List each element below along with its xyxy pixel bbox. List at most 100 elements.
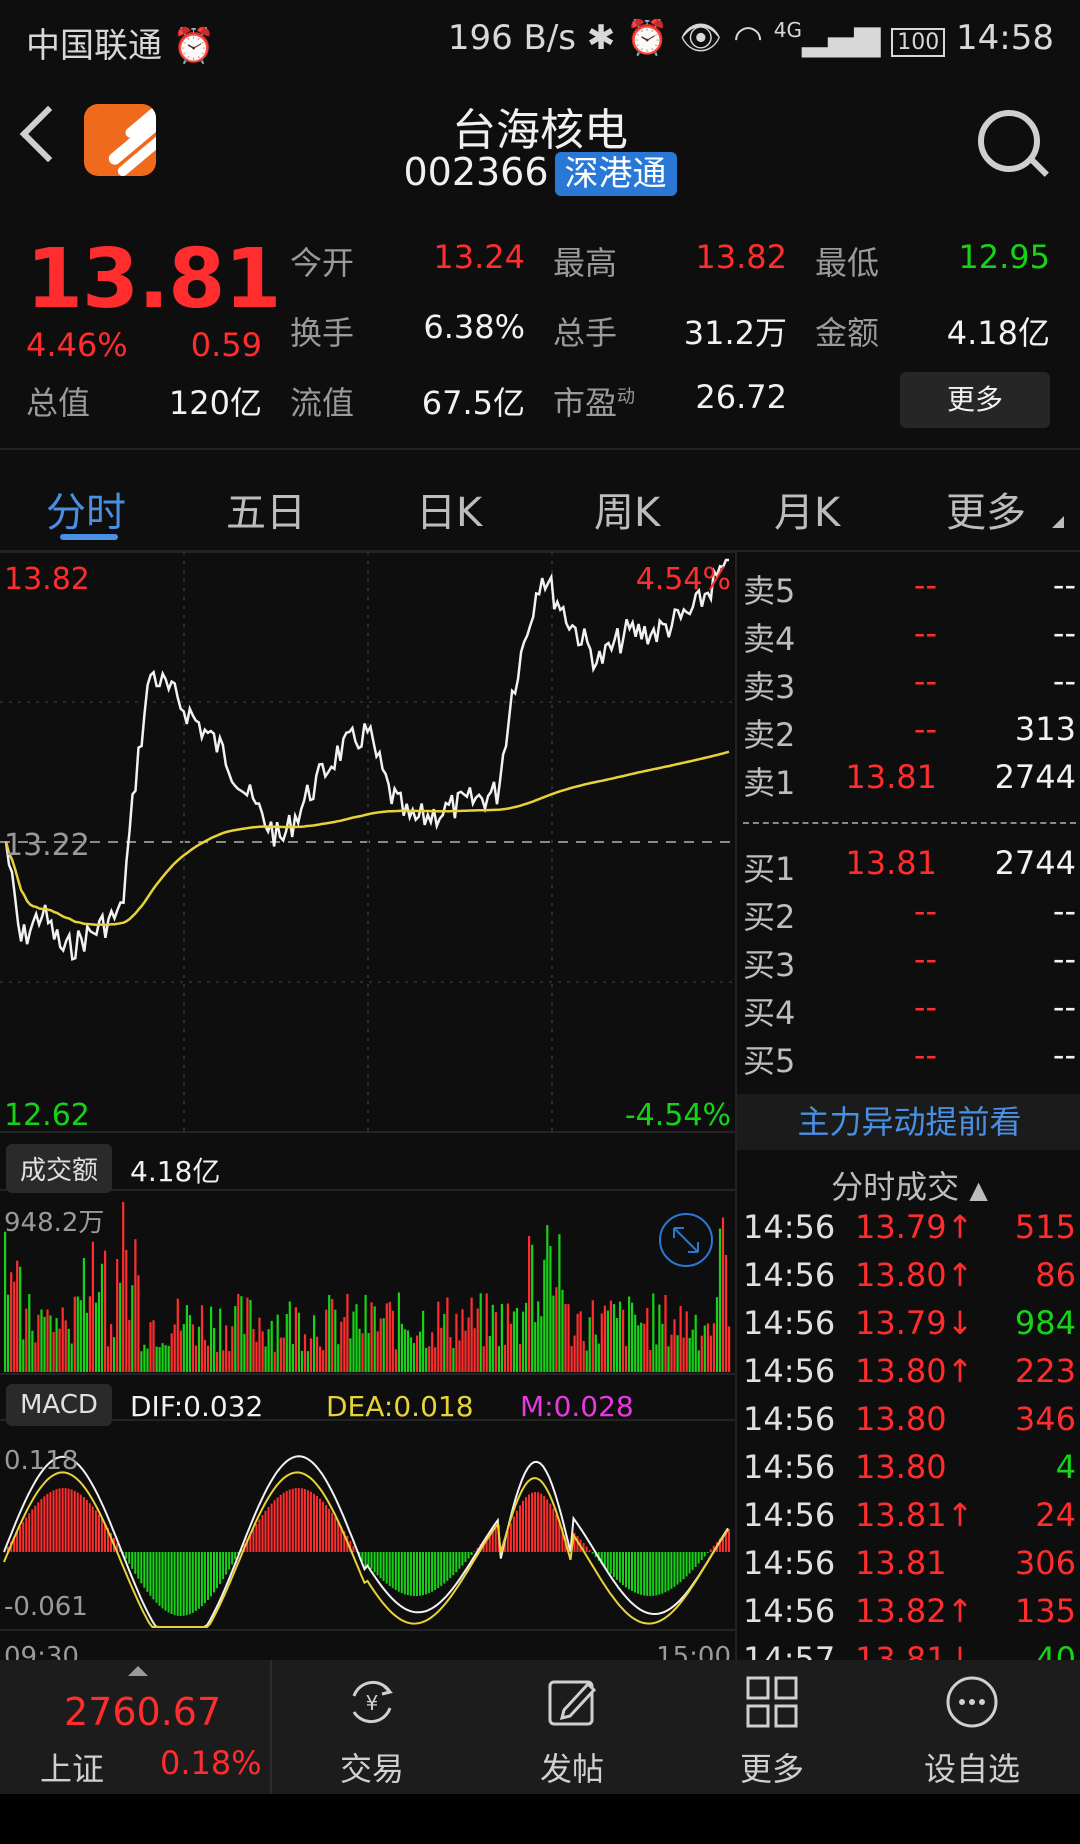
volume-bar: [558, 1234, 561, 1372]
macd-bar: [52, 1490, 55, 1552]
volume-bar: [691, 1329, 694, 1372]
volume-bar: [470, 1297, 473, 1372]
intraday-chart[interactable]: 13.82 13.22 12.62 4.54% -4.54% 成交额 4.18亿…: [0, 552, 735, 1660]
macd-bar: [285, 1491, 288, 1552]
float-value: 67.5亿: [421, 384, 525, 422]
turnover-label: 换手: [290, 314, 355, 352]
tab-intraday[interactable]: 分时: [46, 480, 126, 538]
volume-bar: [64, 1320, 67, 1372]
tab-daily-k[interactable]: 日K: [416, 480, 482, 538]
volume-bar: [282, 1337, 285, 1372]
volume-bar: [28, 1294, 31, 1372]
volume-bar: [382, 1318, 385, 1372]
volume-bar: [397, 1292, 400, 1372]
macd-bar: [549, 1503, 552, 1552]
index-value[interactable]: 2760.67: [64, 1690, 221, 1734]
level-name: 买5: [743, 1042, 796, 1080]
macd-bar: [631, 1552, 633, 1591]
trade-time: 14:56: [743, 1592, 836, 1630]
volume-bar: [70, 1343, 73, 1372]
volume-bar: [679, 1306, 682, 1372]
trades-header[interactable]: 分时成交 ▲: [737, 1162, 1080, 1208]
macd-bar: [434, 1552, 437, 1590]
volume-bar: [176, 1298, 179, 1372]
trade-price: 13.79↓: [855, 1304, 974, 1342]
tab-monthly-k[interactable]: 月K: [774, 480, 840, 538]
volume-bar: [555, 1287, 558, 1372]
macd-bar: [170, 1552, 173, 1614]
macd-bar: [403, 1552, 406, 1595]
nav-post-button[interactable]: 发帖: [472, 1660, 672, 1794]
macd-bar: [125, 1552, 128, 1559]
trade-volume: 40: [1035, 1640, 1076, 1660]
volume-bar: [13, 1281, 16, 1372]
level-name: 卖5: [743, 572, 796, 610]
macd-bar: [267, 1507, 270, 1552]
promo-link[interactable]: 主力异动提前看: [737, 1094, 1080, 1150]
macd-bar: [97, 1514, 100, 1552]
volume-bar: [19, 1266, 22, 1372]
volume-bar: [482, 1346, 485, 1372]
volume-bar: [213, 1328, 216, 1372]
trade-time: 14:57: [743, 1640, 836, 1660]
macd-bar: [440, 1552, 443, 1586]
macd-bar: [331, 1512, 334, 1552]
volume-bar: [549, 1246, 552, 1372]
volume-value: 31.2万: [683, 314, 787, 352]
volume-bars: [4, 1202, 731, 1372]
trade-row: 14:56 13.81↑ 24: [737, 1496, 1080, 1544]
volume-bar: [10, 1272, 13, 1372]
macd-bar: [40, 1499, 43, 1552]
nav-add-watchlist-button[interactable]: 设自选: [872, 1660, 1072, 1794]
volume-bar: [352, 1311, 355, 1372]
more-triangle-icon: [1052, 516, 1064, 528]
volume-bar: [182, 1324, 185, 1372]
level-name: 卖3: [743, 668, 796, 706]
volume-bar: [658, 1304, 661, 1372]
volume-bar: [512, 1311, 516, 1372]
volume-bar: [434, 1347, 437, 1372]
macd-bar: [367, 1552, 370, 1566]
macd-bar: [31, 1509, 34, 1552]
nav-more-button[interactable]: 更多: [672, 1660, 872, 1794]
macd-bar: [461, 1552, 464, 1566]
trade-time: 14:56: [743, 1496, 836, 1534]
macd-bar: [325, 1505, 328, 1552]
macd-bar: [364, 1552, 367, 1567]
macd-bar: [216, 1552, 218, 1589]
macd-bar: [231, 1552, 234, 1565]
volume-bar: [134, 1239, 137, 1372]
trade-list[interactable]: 14:56 13.79↑ 515 14:56 13.80↑ 86 14:56 13.…: [737, 1208, 1080, 1660]
macd-bar: [622, 1552, 624, 1585]
macd-bar: [455, 1552, 458, 1573]
macd-bar: [370, 1552, 373, 1569]
macd-bar: [682, 1552, 685, 1580]
macd-bar: [416, 1552, 418, 1596]
volume-indicator-button[interactable]: 成交额: [6, 1144, 113, 1193]
volume-bar: [385, 1303, 388, 1372]
tab-weekly-k[interactable]: 周K: [594, 480, 660, 538]
price-high-label: 13.82: [4, 562, 90, 597]
volume-bar: [313, 1315, 316, 1372]
macd-bar: [228, 1552, 231, 1570]
macd-indicator-button[interactable]: MACD: [6, 1384, 112, 1426]
macd-bar: [143, 1552, 146, 1588]
macd-bar: [470, 1552, 473, 1555]
trade-volume: 135: [1014, 1592, 1076, 1630]
trade-time: 14:56: [743, 1304, 836, 1342]
trade-time: 14:56: [743, 1544, 836, 1582]
volume-bar: [676, 1335, 679, 1372]
expand-index-icon[interactable]: [128, 1666, 148, 1676]
more-quote-button[interactable]: 更多: [900, 372, 1050, 428]
tab-underline: [60, 534, 118, 540]
macd-bar: [382, 1552, 385, 1581]
tab-five-day[interactable]: 五日: [226, 480, 306, 538]
volume-bar: [391, 1310, 394, 1372]
macd-bar: [649, 1552, 652, 1596]
tab-more[interactable]: 更多: [946, 480, 1026, 538]
volume-bar: [309, 1338, 313, 1372]
level-volume: --: [1052, 662, 1076, 700]
macd-bar: [425, 1552, 428, 1595]
nav-trade-button[interactable]: ¥ 交易: [272, 1660, 472, 1794]
volume-bar: [122, 1202, 125, 1372]
